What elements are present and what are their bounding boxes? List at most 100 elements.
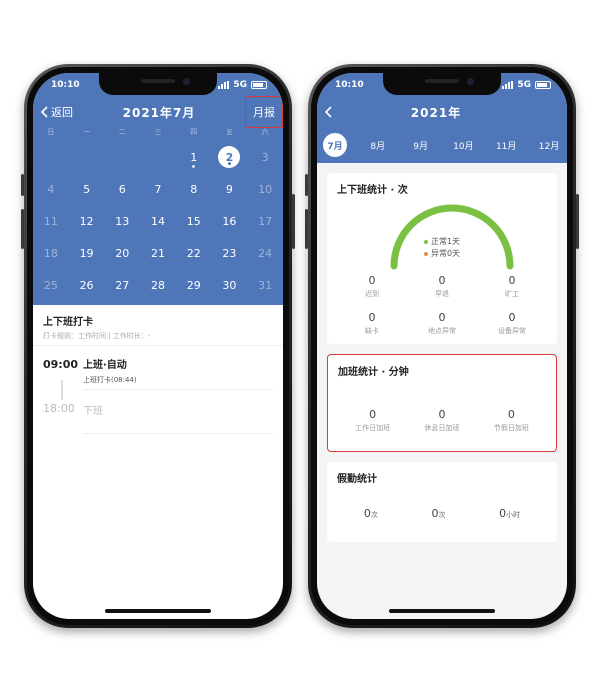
status-time: 10:10 xyxy=(335,80,364,90)
calendar-day[interactable]: 13 xyxy=(104,205,140,237)
month-tab[interactable]: 9月 xyxy=(409,133,433,157)
calendar-day[interactable]: 29 xyxy=(176,269,212,301)
leave-unit: 次 xyxy=(370,511,378,519)
calendar-day[interactable]: 2 xyxy=(212,141,248,173)
day-number: 7 xyxy=(154,182,162,196)
calendar-day[interactable]: 31 xyxy=(247,269,283,301)
calendar-day[interactable]: 26 xyxy=(69,269,105,301)
day-number: 11 xyxy=(43,214,58,228)
day-number: 4 xyxy=(47,182,55,196)
calendar-day[interactable]: 8 xyxy=(176,173,212,205)
record-dot xyxy=(192,165,196,168)
calendar-day[interactable]: 22 xyxy=(176,237,212,269)
attendance-stats: 0 迟到 0 早退 0 旷工 0 缺卡 0 地点异常 0 设备异常 xyxy=(337,274,547,336)
home-indicator[interactable] xyxy=(389,609,495,613)
leave-stat[interactable]: 0小时 xyxy=(499,507,520,520)
calendar-empty xyxy=(69,141,105,173)
day-number: 31 xyxy=(258,278,273,292)
day-number: 6 xyxy=(118,182,126,196)
calendar-day[interactable]: 7 xyxy=(140,173,176,205)
status-bar: 10:10 5G xyxy=(33,73,283,97)
calendar-day[interactable]: 20 xyxy=(104,237,140,269)
day-number: 22 xyxy=(186,246,201,260)
stat-item[interactable]: 0 地点异常 xyxy=(407,311,477,336)
right-screen: 10:10 5G 2021年 7月 8月 9月 10月 11月 12月 上下班统计 · 次 xyxy=(317,73,567,619)
calendar-day[interactable]: 23 xyxy=(212,237,248,269)
calendar-day[interactable]: 10 xyxy=(247,173,283,205)
calendar-day[interactable]: 15 xyxy=(176,205,212,237)
stat-item[interactable]: 0 早退 xyxy=(407,274,477,299)
stat-value: 0 xyxy=(438,311,446,324)
legend-abnormal: 异常0天 xyxy=(337,248,547,260)
leave-stat[interactable]: 0次 xyxy=(364,507,378,520)
calendar-day[interactable]: 28 xyxy=(140,269,176,301)
stat-value: 0 xyxy=(508,274,516,287)
stat-value: 0 xyxy=(368,274,376,287)
stat-item[interactable]: 0 工作日加班 xyxy=(338,408,407,433)
calendar-day[interactable]: 11 xyxy=(33,205,69,237)
network-label: 5G xyxy=(517,80,531,90)
month-tab[interactable]: 10月 xyxy=(451,133,475,157)
calendar-day[interactable]: 30 xyxy=(212,269,248,301)
stat-item[interactable]: 0 节假日加班 xyxy=(477,408,546,433)
timeline-item-clock-out[interactable]: 18:00 下班 xyxy=(43,390,273,434)
stat-label: 旷工 xyxy=(505,290,519,298)
leave-value: 0 xyxy=(363,507,371,520)
calendar-day[interactable]: 17 xyxy=(247,205,283,237)
month-tab[interactable]: 7月 xyxy=(323,133,347,157)
clock-rules: 打卡规则：工作时间 | 工作时长：- xyxy=(43,332,151,340)
monthly-report-button[interactable]: 月报 xyxy=(245,96,283,128)
calendar-day[interactable]: 5 xyxy=(69,173,105,205)
stat-value: 0 xyxy=(508,311,516,324)
calendar-day[interactable]: 25 xyxy=(33,269,69,301)
stat-item[interactable]: 0 旷工 xyxy=(477,274,547,299)
battery-icon xyxy=(251,81,267,89)
day-number: 21 xyxy=(150,246,165,260)
weekday-row: 日一二三四五六 xyxy=(33,127,283,141)
calendar-day[interactable]: 16 xyxy=(212,205,248,237)
month-tab[interactable]: 12月 xyxy=(537,133,561,157)
stat-item[interactable]: 0 休息日加班 xyxy=(407,408,476,433)
calendar-day[interactable]: 1 xyxy=(176,141,212,173)
overtime-title: 加班统计 · 分钟 xyxy=(338,367,409,378)
home-indicator[interactable] xyxy=(105,609,211,613)
day-number: 26 xyxy=(79,278,94,292)
calendar-day[interactable]: 27 xyxy=(104,269,140,301)
weekday-label: 一 xyxy=(83,128,91,136)
leave-stat[interactable]: 0次 xyxy=(431,507,445,520)
stat-item[interactable]: 0 迟到 xyxy=(337,274,407,299)
calendar-day[interactable]: 18 xyxy=(33,237,69,269)
day-number: 18 xyxy=(43,246,58,260)
stat-label: 地点异常 xyxy=(428,327,456,335)
calendar-day[interactable]: 6 xyxy=(104,173,140,205)
page-title: 2021年 xyxy=(410,105,462,120)
calendar-empty xyxy=(33,141,69,173)
timeline-item-clock-in[interactable]: 09:00 上班·自动 上班打卡(08:44) xyxy=(43,346,273,390)
calendar-day[interactable]: 4 xyxy=(33,173,69,205)
month-tab[interactable]: 8月 xyxy=(366,133,390,157)
day-number: 23 xyxy=(222,246,237,260)
day-number: 5 xyxy=(83,182,91,196)
attendance-title: 上下班统计 · 次 xyxy=(337,185,408,196)
calendar-day[interactable]: 9 xyxy=(212,173,248,205)
calendar-day[interactable]: 12 xyxy=(69,205,105,237)
calendar-day[interactable]: 19 xyxy=(69,237,105,269)
day-number: 27 xyxy=(115,278,130,292)
back-button[interactable] xyxy=(325,106,333,118)
day-number: 16 xyxy=(222,214,237,228)
calendar-day[interactable]: 24 xyxy=(247,237,283,269)
stat-label: 迟到 xyxy=(365,290,379,298)
calendar-day[interactable]: 21 xyxy=(140,237,176,269)
chevron-left-icon xyxy=(325,106,332,118)
back-button[interactable]: 返回 xyxy=(41,104,73,120)
month-tab[interactable]: 11月 xyxy=(494,133,518,157)
calendar-day[interactable]: 14 xyxy=(140,205,176,237)
leave-card: 假勤统计 0次 0次 0小时 xyxy=(327,462,557,542)
day-number: 3 xyxy=(261,150,269,164)
stat-item[interactable]: 0 设备异常 xyxy=(477,311,547,336)
status-time: 10:10 xyxy=(51,80,80,90)
day-number: 1 xyxy=(190,150,198,164)
stat-item[interactable]: 0 缺卡 xyxy=(337,311,407,336)
clock-in-record: 上班打卡(08:44) xyxy=(83,376,137,384)
calendar-day[interactable]: 3 xyxy=(247,141,283,173)
